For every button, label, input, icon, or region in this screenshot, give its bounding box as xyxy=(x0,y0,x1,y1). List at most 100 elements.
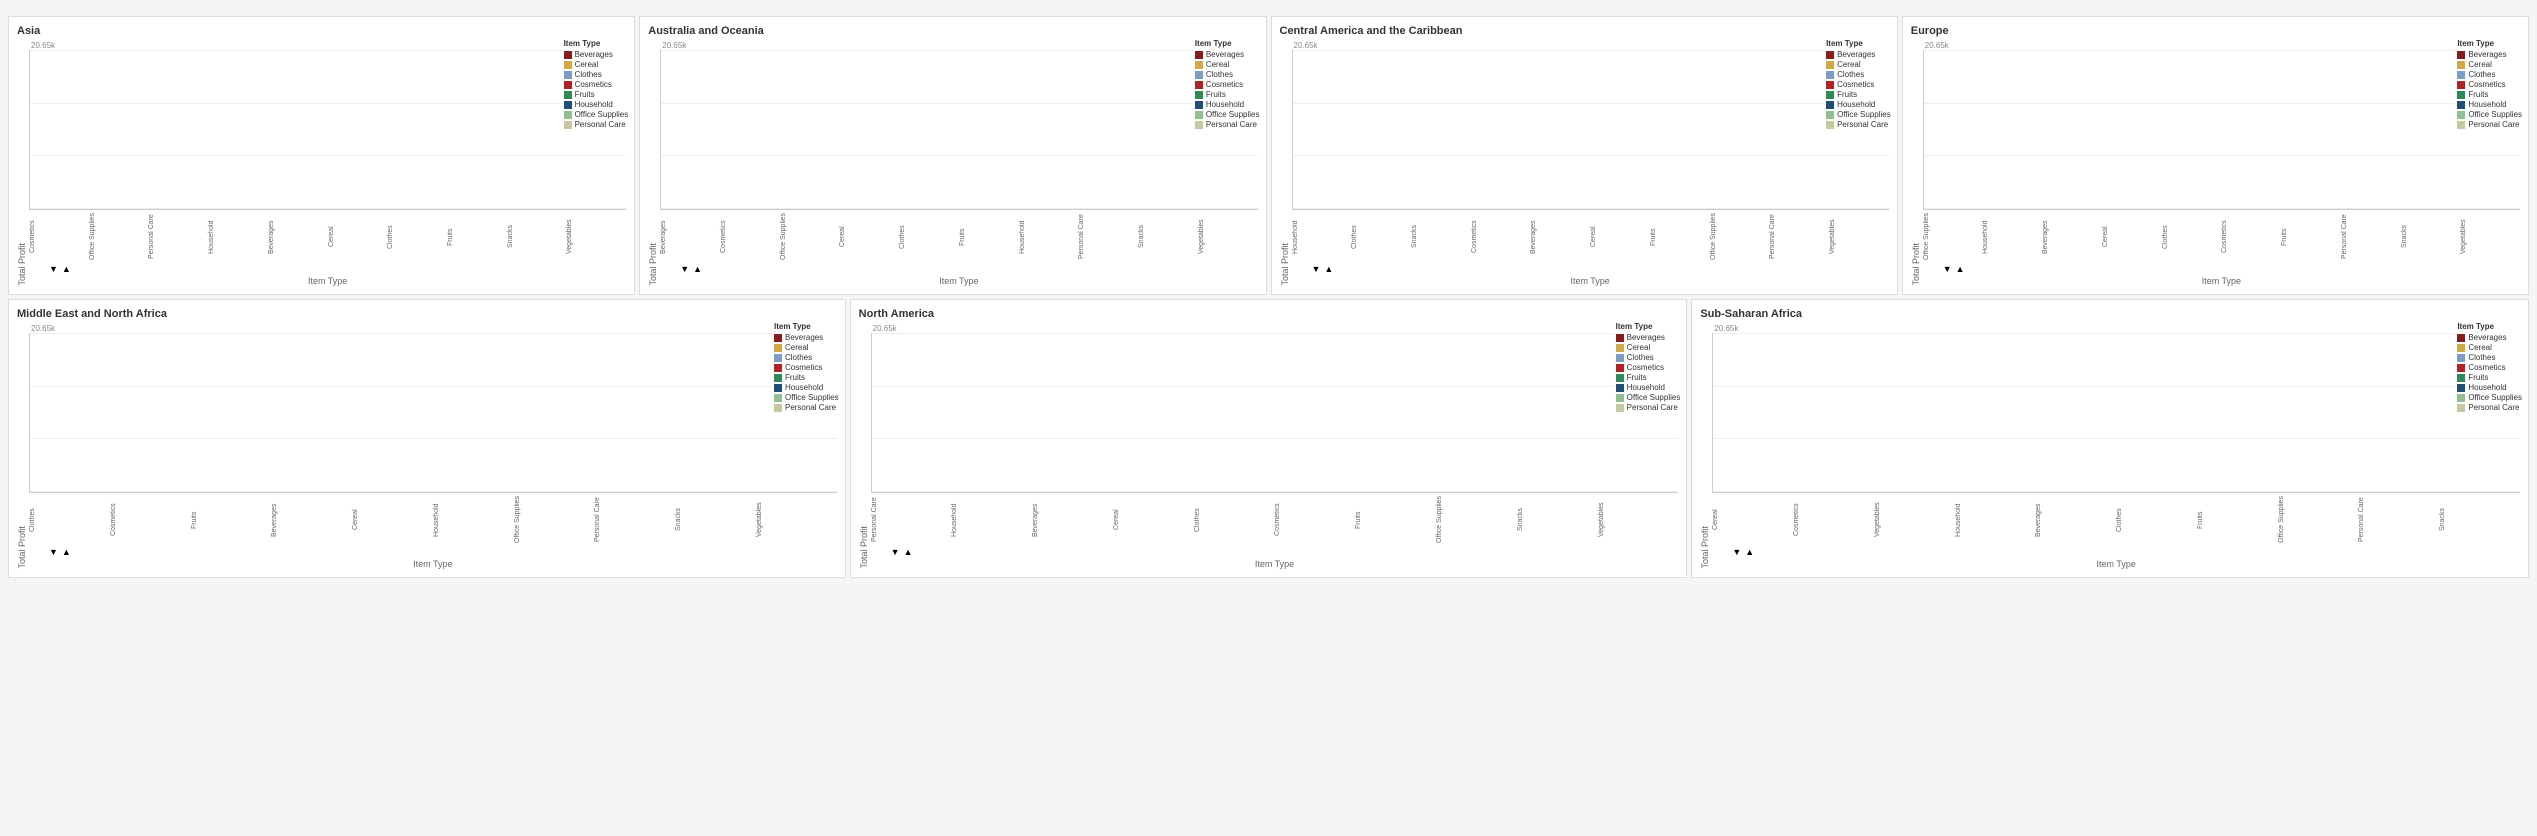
legend-color-swatch xyxy=(774,394,782,402)
x-label: Cosmetics xyxy=(110,495,191,545)
legend-item-fruits[interactable]: Fruits xyxy=(1826,90,1891,99)
legend-item-label: Cosmetics xyxy=(1627,363,1664,372)
sort-asc-button[interactable]: ▲ xyxy=(1956,264,1965,274)
sort-asc-button[interactable]: ▲ xyxy=(1324,264,1333,274)
legend-color-swatch xyxy=(774,374,782,382)
x-label: Beverages xyxy=(2042,212,2102,262)
legend-item-clothes[interactable]: Clothes xyxy=(1826,70,1891,79)
x-label: Fruits xyxy=(191,495,272,545)
legend-item-label: Personal Care xyxy=(1206,120,1257,129)
legend-item-clothes[interactable]: Clothes xyxy=(2457,353,2522,362)
sort-asc-button[interactable]: ▲ xyxy=(62,264,71,274)
legend-item-personal-care[interactable]: Personal Care xyxy=(1195,120,1260,129)
legend-item-office-supplies[interactable]: Office Supplies xyxy=(564,110,629,119)
legend: Item TypeBeveragesCerealClothesCosmetics… xyxy=(2455,37,2524,132)
sort-asc-button[interactable]: ▲ xyxy=(1745,547,1754,557)
sort-desc-button[interactable]: ▼ xyxy=(680,264,689,274)
legend-item-cosmetics[interactable]: Cosmetics xyxy=(774,363,839,372)
legend-color-swatch xyxy=(1616,404,1624,412)
sort-desc-button[interactable]: ▼ xyxy=(1732,547,1741,557)
legend-item-cereal[interactable]: Cereal xyxy=(1616,343,1681,352)
x-axis-title: Item Type xyxy=(1292,276,1889,286)
sort-desc-button[interactable]: ▼ xyxy=(1312,264,1321,274)
legend-item-cosmetics[interactable]: Cosmetics xyxy=(2457,80,2522,89)
legend-item-household[interactable]: Household xyxy=(2457,383,2522,392)
legend-item-household[interactable]: Household xyxy=(774,383,839,392)
chart-title: Central America and the Caribbean xyxy=(1280,25,1889,37)
legend-item-beverages[interactable]: Beverages xyxy=(1826,50,1891,59)
x-label: Snacks xyxy=(1517,495,1598,545)
sort-asc-button[interactable]: ▲ xyxy=(904,547,913,557)
legend-item-cereal[interactable]: Cereal xyxy=(564,60,629,69)
legend-color-swatch xyxy=(774,364,782,372)
legend-item-cereal[interactable]: Cereal xyxy=(1195,60,1260,69)
legend-item-personal-care[interactable]: Personal Care xyxy=(1826,120,1891,129)
legend-item-label: Beverages xyxy=(1206,50,1244,59)
legend-item-personal-care[interactable]: Personal Care xyxy=(2457,120,2522,129)
bottom-row: Middle East and North AfricaTotal Profit… xyxy=(8,299,2529,578)
legend-item-cereal[interactable]: Cereal xyxy=(2457,60,2522,69)
legend-item-cereal[interactable]: Cereal xyxy=(1826,60,1891,69)
legend-item-cosmetics[interactable]: Cosmetics xyxy=(1826,80,1891,89)
legend-item-personal-care[interactable]: Personal Care xyxy=(774,403,839,412)
legend-item-beverages[interactable]: Beverages xyxy=(2457,50,2522,59)
legend-item-office-supplies[interactable]: Office Supplies xyxy=(774,393,839,402)
legend-item-household[interactable]: Household xyxy=(1616,383,1681,392)
legend-item-clothes[interactable]: Clothes xyxy=(564,70,629,79)
legend-item-beverages[interactable]: Beverages xyxy=(1616,333,1681,342)
legend-item-beverages[interactable]: Beverages xyxy=(2457,333,2522,342)
legend-item-beverages[interactable]: Beverages xyxy=(774,333,839,342)
x-label: Office Supplies xyxy=(514,495,595,545)
legend-item-clothes[interactable]: Clothes xyxy=(2457,70,2522,79)
x-label: Clothes xyxy=(1351,212,1411,262)
legend-item-office-supplies[interactable]: Office Supplies xyxy=(1826,110,1891,119)
legend-item-fruits[interactable]: Fruits xyxy=(2457,373,2522,382)
legend-item-personal-care[interactable]: Personal Care xyxy=(2457,403,2522,412)
legend-item-office-supplies[interactable]: Office Supplies xyxy=(1195,110,1260,119)
legend-item-office-supplies[interactable]: Office Supplies xyxy=(1616,393,1681,402)
legend-item-label: Clothes xyxy=(1837,70,1864,79)
legend-item-cereal[interactable]: Cereal xyxy=(2457,343,2522,352)
sort-asc-button[interactable]: ▲ xyxy=(62,547,71,557)
y-max-label: 20.65k xyxy=(1714,324,2520,333)
legend-item-label: Fruits xyxy=(2468,90,2488,99)
legend-item-clothes[interactable]: Clothes xyxy=(1195,70,1260,79)
legend-item-clothes[interactable]: Clothes xyxy=(1616,353,1681,362)
legend-item-label: Cosmetics xyxy=(2468,363,2505,372)
legend-item-fruits[interactable]: Fruits xyxy=(2457,90,2522,99)
legend-item-household[interactable]: Household xyxy=(2457,100,2522,109)
legend-item-cosmetics[interactable]: Cosmetics xyxy=(1616,363,1681,372)
legend-item-household[interactable]: Household xyxy=(564,100,629,109)
legend-color-swatch xyxy=(2457,111,2465,119)
legend-item-beverages[interactable]: Beverages xyxy=(564,50,629,59)
legend-item-label: Personal Care xyxy=(1627,403,1678,412)
legend-item-office-supplies[interactable]: Office Supplies xyxy=(2457,393,2522,402)
sort-desc-button[interactable]: ▼ xyxy=(1943,264,1952,274)
legend-item-fruits[interactable]: Fruits xyxy=(1195,90,1260,99)
sort-desc-button[interactable]: ▼ xyxy=(891,547,900,557)
x-label: Cosmetics xyxy=(2221,212,2281,262)
legend-item-cereal[interactable]: Cereal xyxy=(774,343,839,352)
legend-item-household[interactable]: Household xyxy=(1195,100,1260,109)
sort-desc-button[interactable]: ▼ xyxy=(49,547,58,557)
y-max-label: 20.65k xyxy=(1925,41,2520,50)
x-label: Household xyxy=(951,495,1032,545)
legend-item-clothes[interactable]: Clothes xyxy=(774,353,839,362)
legend-item-beverages[interactable]: Beverages xyxy=(1195,50,1260,59)
legend-color-swatch xyxy=(1826,81,1834,89)
legend-item-cosmetics[interactable]: Cosmetics xyxy=(564,80,629,89)
sort-asc-button[interactable]: ▲ xyxy=(693,264,702,274)
legend-item-fruits[interactable]: Fruits xyxy=(564,90,629,99)
legend-item-fruits[interactable]: Fruits xyxy=(1616,373,1681,382)
legend-item-cosmetics[interactable]: Cosmetics xyxy=(2457,363,2522,372)
legend-item-personal-care[interactable]: Personal Care xyxy=(1616,403,1681,412)
legend-item-personal-care[interactable]: Personal Care xyxy=(564,120,629,129)
y-max-label: 20.65k xyxy=(873,324,1679,333)
legend-item-household[interactable]: Household xyxy=(1826,100,1891,109)
legend-item-office-supplies[interactable]: Office Supplies xyxy=(2457,110,2522,119)
legend-item-fruits[interactable]: Fruits xyxy=(774,373,839,382)
sort-controls: ▼▲ xyxy=(49,264,626,274)
sort-controls: ▼▲ xyxy=(891,547,1679,557)
sort-desc-button[interactable]: ▼ xyxy=(49,264,58,274)
legend-item-cosmetics[interactable]: Cosmetics xyxy=(1195,80,1260,89)
